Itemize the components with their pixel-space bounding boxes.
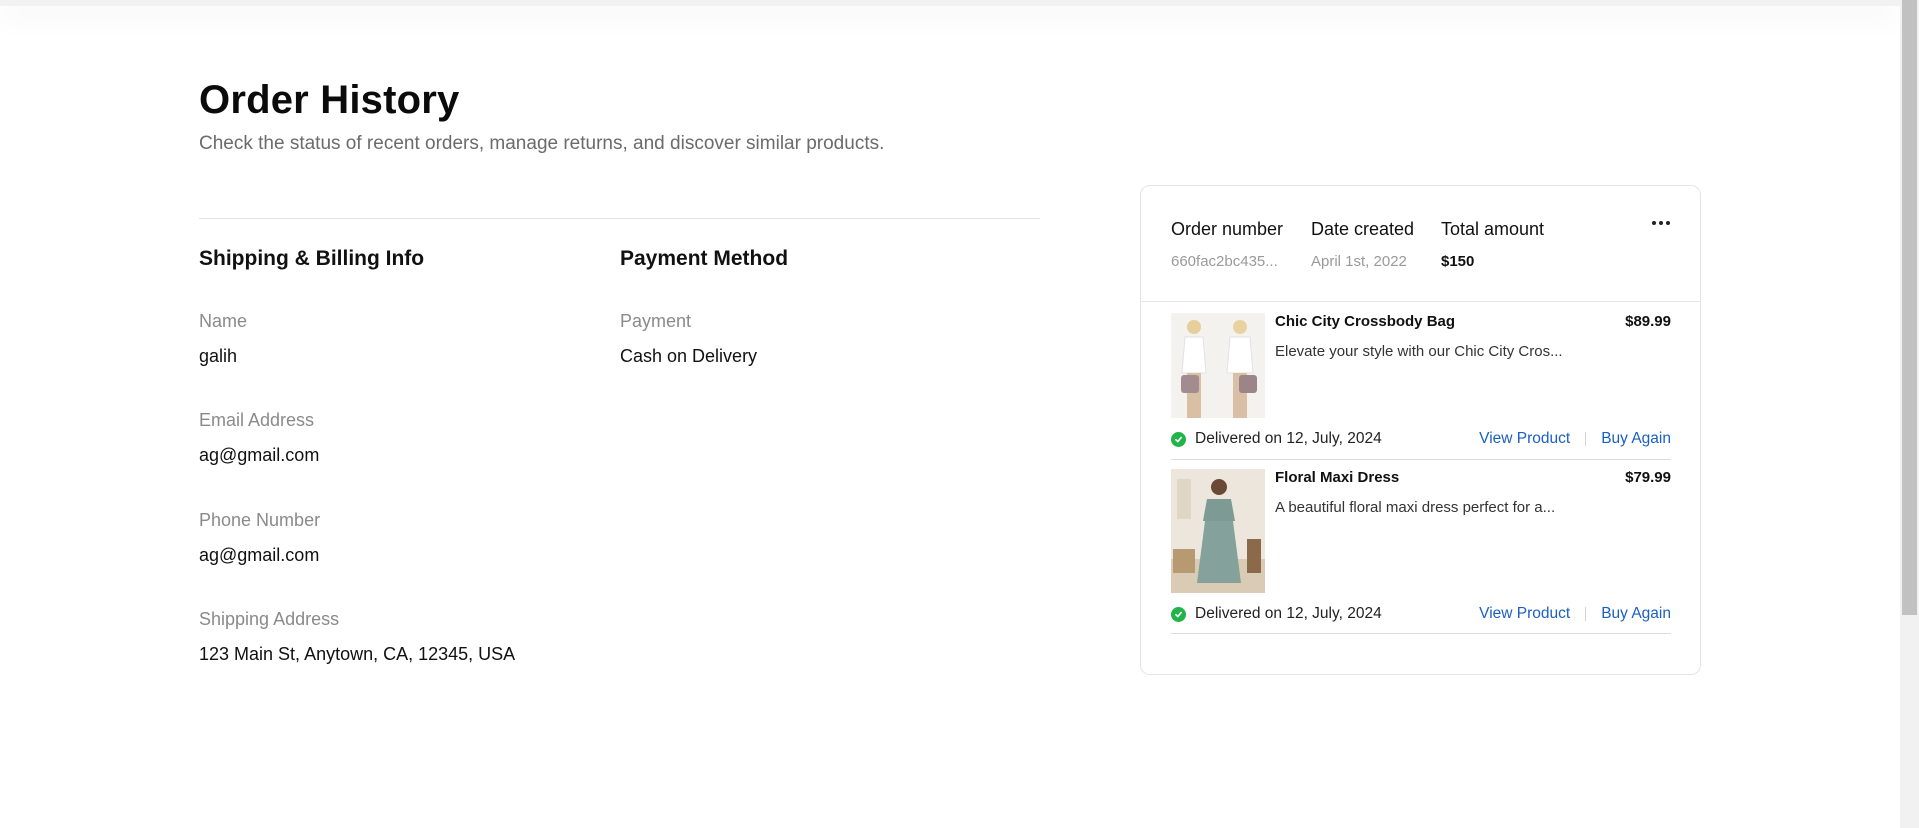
- shipping-heading: Shipping & Billing Info: [199, 247, 425, 270]
- order-item: Floral Maxi Dress $79.99 A beautiful flo…: [1171, 469, 1671, 634]
- delivery-status: Delivered on 12, July, 2024: [1171, 605, 1382, 623]
- item-actions: View Product Buy Again: [1479, 430, 1671, 448]
- date-created-value: April 1st, 2022: [1311, 253, 1407, 270]
- check-circle-icon: [1171, 431, 1186, 447]
- section-divider: [199, 218, 1040, 219]
- buy-again-link[interactable]: Buy Again: [1601, 430, 1671, 448]
- order-card: Order number Date created Total amount 6…: [1140, 185, 1701, 675]
- action-separator: [1585, 607, 1587, 621]
- item-divider: [1171, 633, 1671, 634]
- total-amount-label: Total amount: [1441, 219, 1545, 239]
- order-number-value: 660fac2bc435...: [1171, 253, 1278, 270]
- email-value: ag@gmail.com: [199, 445, 320, 465]
- product-description: Elevate your style with our Chic City Cr…: [1275, 343, 1563, 360]
- shipping-address-label: Shipping Address: [199, 609, 340, 629]
- page-subtitle: Check the status of recent orders, manag…: [199, 133, 885, 154]
- name-label: Name: [199, 311, 248, 331]
- order-number-label: Order number: [1171, 219, 1284, 239]
- check-circle-icon: [1171, 606, 1186, 622]
- scrollbar[interactable]: [1900, 0, 1919, 828]
- phone-value: ag@gmail.com: [199, 545, 320, 565]
- shipping-address-value: 123 Main St, Anytown, CA, 12345, USA: [199, 644, 516, 664]
- product-name: Floral Maxi Dress: [1275, 469, 1400, 486]
- phone-label: Phone Number: [199, 510, 321, 530]
- product-price: $79.99: [1625, 469, 1671, 486]
- view-product-link[interactable]: View Product: [1479, 605, 1570, 623]
- delivery-status-text: Delivered on 12, July, 2024: [1195, 430, 1382, 447]
- date-created-label: Date created: [1311, 219, 1415, 239]
- product-name: Chic City Crossbody Bag: [1275, 313, 1456, 330]
- email-label: Email Address: [199, 410, 315, 430]
- item-divider: [1171, 459, 1671, 460]
- payment-label: Payment: [620, 311, 692, 331]
- card-divider: [1141, 301, 1700, 302]
- delivery-status: Delivered on 12, July, 2024: [1171, 430, 1382, 448]
- product-description: A beautiful floral maxi dress perfect fo…: [1275, 499, 1556, 516]
- product-price: $89.99: [1625, 313, 1671, 330]
- item-actions: View Product Buy Again: [1479, 605, 1671, 623]
- action-separator: [1585, 432, 1587, 446]
- total-amount-value: $150: [1441, 253, 1475, 270]
- buy-again-link[interactable]: Buy Again: [1601, 605, 1671, 623]
- payment-heading: Payment Method: [620, 247, 789, 270]
- scrollbar-thumb[interactable]: [1902, 0, 1917, 615]
- view-product-link[interactable]: View Product: [1479, 430, 1570, 448]
- order-item: Chic City Crossbody Bag $89.99 Elevate y…: [1171, 313, 1671, 463]
- delivery-status-text: Delivered on 12, July, 2024: [1195, 605, 1382, 622]
- product-image[interactable]: [1171, 313, 1265, 418]
- page-title: Order History: [199, 78, 460, 122]
- top-nav-bar: [0, 0, 1900, 6]
- more-horizontal-icon[interactable]: [1649, 217, 1673, 229]
- name-value: galih: [199, 346, 238, 366]
- product-image[interactable]: [1171, 469, 1265, 593]
- payment-value: Cash on Delivery: [620, 346, 758, 366]
